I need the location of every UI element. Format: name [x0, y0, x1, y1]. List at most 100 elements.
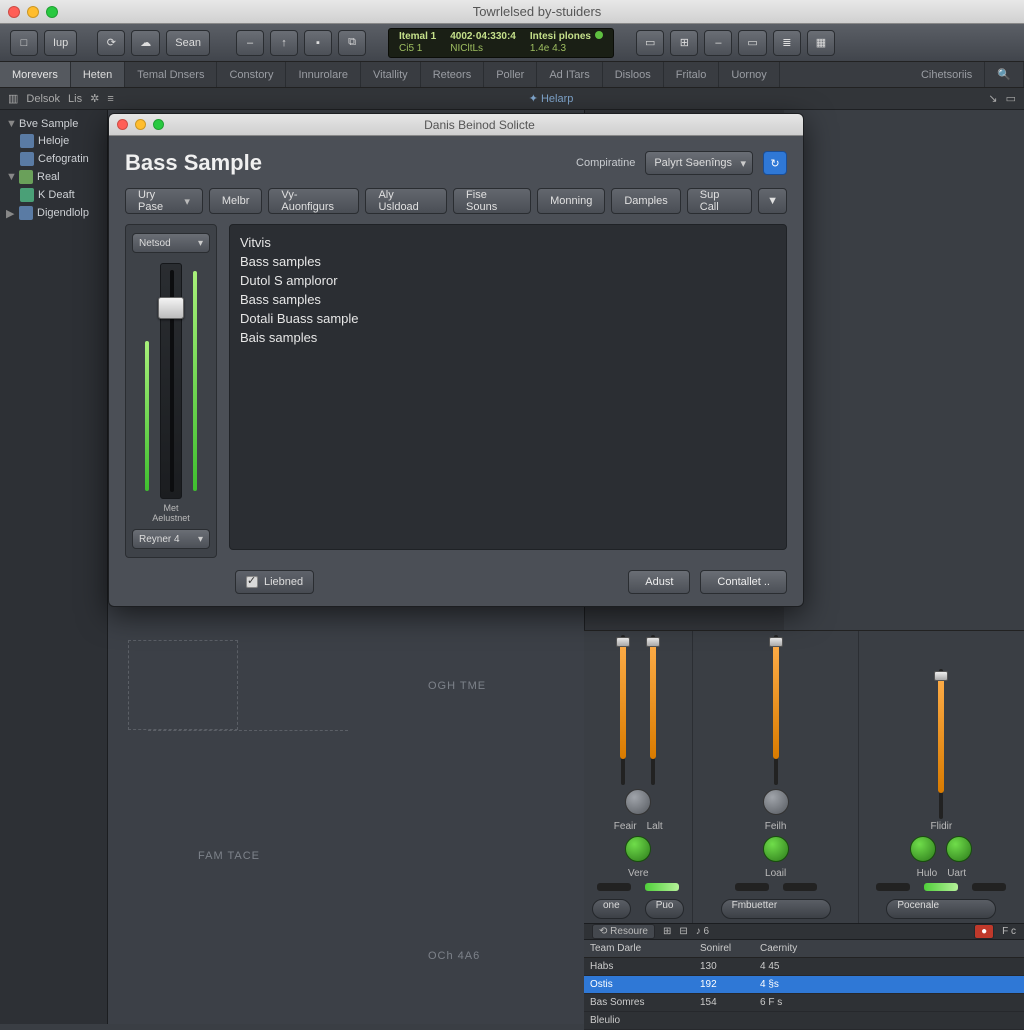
main-tab[interactable]: Constory: [217, 62, 286, 87]
list-item[interactable]: Vitvis: [240, 233, 776, 252]
tree-item[interactable]: ▶Digendlolp: [4, 204, 103, 222]
channel-strip[interactable]: Flidir HuloUart Pocenale: [859, 631, 1024, 923]
dialog-tab[interactable]: Vy-Auonfigurs: [268, 188, 359, 214]
dialog-close-icon[interactable]: [117, 119, 128, 130]
toolbar-button[interactable]: ☁: [131, 30, 160, 56]
list-item[interactable]: Bais samples: [240, 328, 776, 347]
sub-label[interactable]: Delsok: [26, 93, 60, 105]
contact-button[interactable]: Contallet ..: [700, 570, 787, 594]
table-row[interactable]: Habs1304 45: [584, 958, 1024, 976]
close-window-icon[interactable]: [8, 6, 20, 18]
main-tab[interactable]: Vitallity: [361, 62, 421, 87]
send-knob[interactable]: [946, 836, 972, 862]
volume-fader[interactable]: [151, 263, 191, 499]
disclosure-triangle-icon[interactable]: ▶: [6, 207, 15, 220]
dialog-tab[interactable]: Sup Call: [687, 188, 752, 214]
table-row[interactable]: Ostis1924 §s: [584, 976, 1024, 994]
send-knob[interactable]: [625, 836, 651, 862]
main-tab[interactable]: Disloos: [603, 62, 664, 87]
dialog-tab[interactable]: Melbr: [209, 188, 263, 214]
strip-button[interactable]: Fmbuetter: [721, 899, 831, 919]
disclosure-triangle-icon[interactable]: ▼: [6, 118, 15, 130]
status-icon[interactable]: ⊟: [679, 926, 687, 937]
status-icon[interactable]: ⊞: [663, 926, 671, 937]
tree-item[interactable]: Cefogratin: [4, 150, 103, 168]
toolbar-button[interactable]: ▪: [304, 30, 332, 56]
tree-item[interactable]: ▼Bve Sample: [4, 116, 103, 132]
main-tab[interactable]: Temal Dnsers: [125, 62, 217, 87]
table-row[interactable]: Bas Somres1546 F s: [584, 994, 1024, 1012]
toolbar-button[interactable]: –: [704, 30, 732, 56]
dialog-zoom-icon[interactable]: [153, 119, 164, 130]
dialog-tab[interactable]: Ury Pase: [125, 188, 203, 214]
pan-knob[interactable]: [625, 789, 651, 815]
tree-item[interactable]: Heloje: [4, 132, 103, 150]
main-tab[interactable]: Innurolare: [286, 62, 361, 87]
col-header[interactable]: Team Darle: [584, 940, 694, 957]
region-block[interactable]: [128, 640, 238, 730]
fader[interactable]: [617, 635, 629, 785]
toolbar-button[interactable]: ▭: [738, 30, 766, 56]
pan-knob[interactable]: [763, 789, 789, 815]
toolbar-button[interactable]: ↑: [270, 30, 298, 56]
strip-button[interactable]: Pocenale: [886, 899, 996, 919]
enabled-checkbox[interactable]: Liebned: [235, 570, 314, 594]
main-tab[interactable]: Morevers: [0, 62, 71, 87]
subbar-icon[interactable]: ▭: [1006, 92, 1016, 105]
minimize-window-icon[interactable]: [27, 6, 39, 18]
sub-label[interactable]: Lis: [68, 93, 82, 105]
subbar-icon[interactable]: ≡: [107, 93, 113, 105]
list-item[interactable]: Bass samples: [240, 290, 776, 309]
refresh-button[interactable]: ↻: [763, 151, 787, 175]
toolbar-button[interactable]: ⧉: [338, 30, 366, 56]
main-tab[interactable]: Reteors: [421, 62, 485, 87]
toolbar-button[interactable]: ≣: [773, 30, 801, 56]
channel-strip[interactable]: FeairLalt Vere onePuo: [584, 631, 693, 923]
dialog-tab[interactable]: Damples: [611, 188, 680, 214]
main-tab[interactable]: Fritalo: [664, 62, 720, 87]
toolbar-button[interactable]: ▭: [636, 30, 664, 56]
send-knob[interactable]: [763, 836, 789, 862]
toolbar-button[interactable]: Iup: [44, 30, 77, 56]
main-tab[interactable]: Ad ITars: [537, 62, 602, 87]
fader[interactable]: [935, 669, 947, 819]
list-item[interactable]: Bass samples: [240, 252, 776, 271]
adjust-button[interactable]: Adust: [628, 570, 690, 594]
main-tab[interactable]: Heten: [71, 62, 125, 87]
dialog-tab-more[interactable]: ▼: [758, 188, 787, 214]
library-icon[interactable]: ▥: [8, 92, 18, 105]
disclosure-triangle-icon[interactable]: ▼: [6, 171, 15, 183]
fader-knob-icon[interactable]: [158, 297, 184, 319]
col-header[interactable]: Caernity: [754, 940, 1024, 957]
toolbar-button[interactable]: ⟳: [97, 30, 125, 56]
dialog-tab[interactable]: Fise Souns: [453, 188, 531, 214]
toolbar-button[interactable]: ▦: [807, 30, 835, 56]
dialog-tab[interactable]: Aly Usldoad: [365, 188, 447, 214]
subbar-icon[interactable]: ↘: [988, 92, 997, 105]
col-header[interactable]: Sonirel: [694, 940, 754, 957]
main-tab[interactable]: Poller: [484, 62, 537, 87]
tree-item[interactable]: K Deaft: [4, 186, 103, 204]
send-knob[interactable]: [910, 836, 936, 862]
strip-button[interactable]: Puo: [645, 899, 685, 919]
search-icon[interactable]: 🔍: [985, 62, 1024, 87]
main-tab[interactable]: Cihetsoriis: [909, 62, 985, 87]
record-icon[interactable]: ●: [974, 924, 994, 939]
sample-list[interactable]: Vitvis Bass samples Dutol S amploror Bas…: [229, 224, 787, 550]
subbar-icon[interactable]: ✲: [90, 92, 99, 105]
channel-strip[interactable]: Feilh Loail Fmbuetter: [693, 631, 858, 923]
status-item[interactable]: ⟲ Resoure: [592, 924, 655, 939]
dialog-minimize-icon[interactable]: [135, 119, 146, 130]
main-tab[interactable]: Uornoy: [719, 62, 779, 87]
list-item[interactable]: Dotali Buass sample: [240, 309, 776, 328]
toolbar-button[interactable]: –: [236, 30, 264, 56]
tree-item[interactable]: ▼Real: [4, 168, 103, 186]
fader[interactable]: [770, 635, 782, 785]
strip-button[interactable]: one: [592, 899, 631, 919]
toolbar-button[interactable]: □: [10, 30, 38, 56]
channel-dropdown[interactable]: Reyner 4: [132, 529, 210, 549]
channel-dropdown[interactable]: Netsod: [132, 233, 210, 253]
table-row[interactable]: Bleulio: [584, 1012, 1024, 1030]
list-item[interactable]: Dutol S amploror: [240, 271, 776, 290]
fader[interactable]: [647, 635, 659, 785]
